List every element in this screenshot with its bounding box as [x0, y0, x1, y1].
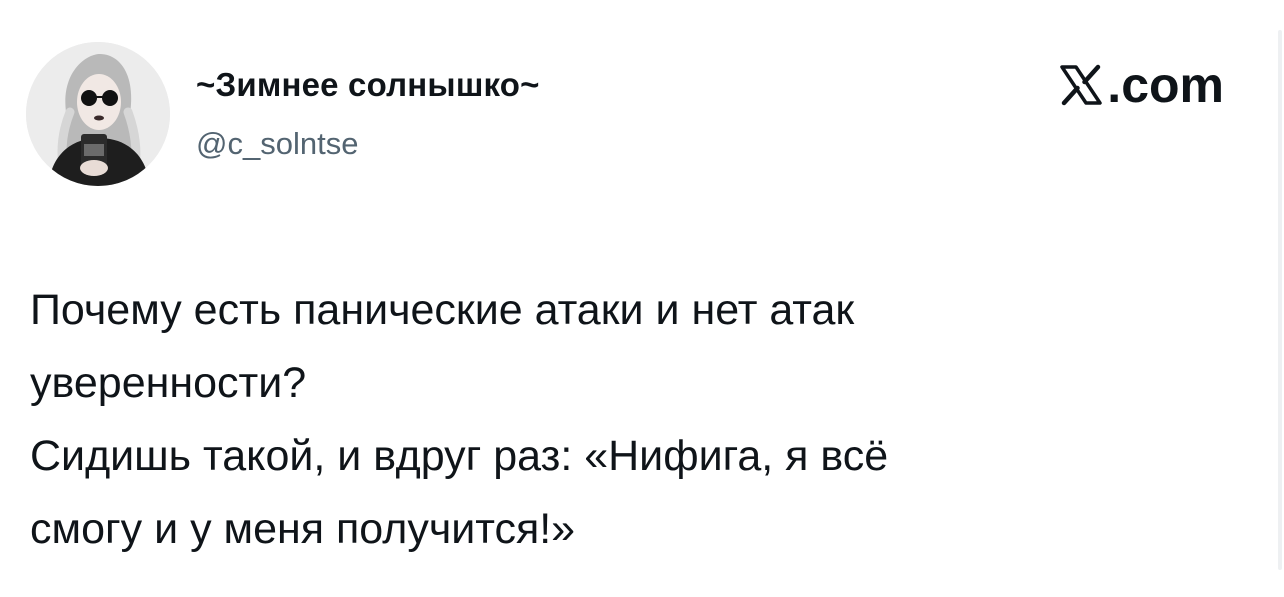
author-handle[interactable]: @c_solntse — [196, 126, 358, 162]
tweet-card: ~Зимнее солнышко~ @c_solntse .com Почему… — [0, 0, 1284, 597]
tweet-text-line: Сидишь такой, и вдруг раз: «Нифига, я вс… — [30, 432, 889, 480]
brand-watermark: .com — [1057, 56, 1224, 114]
scrollbar[interactable] — [1278, 30, 1282, 570]
x-logo-icon — [1060, 64, 1103, 106]
tweet-text-line: уверенности? — [30, 359, 307, 407]
author-display-name[interactable]: ~Зимнее солнышко~ — [196, 66, 540, 104]
avatar-photo — [26, 42, 170, 186]
tweet-text: Почему есть панические атаки и нет атак … — [30, 274, 1210, 566]
brand-suffix: .com — [1107, 57, 1224, 113]
tweet-text-line: Почему есть панические атаки и нет атак — [30, 286, 855, 334]
avatar[interactable] — [26, 42, 170, 186]
tweet-text-line: смогу и у меня получится!» — [30, 505, 576, 553]
